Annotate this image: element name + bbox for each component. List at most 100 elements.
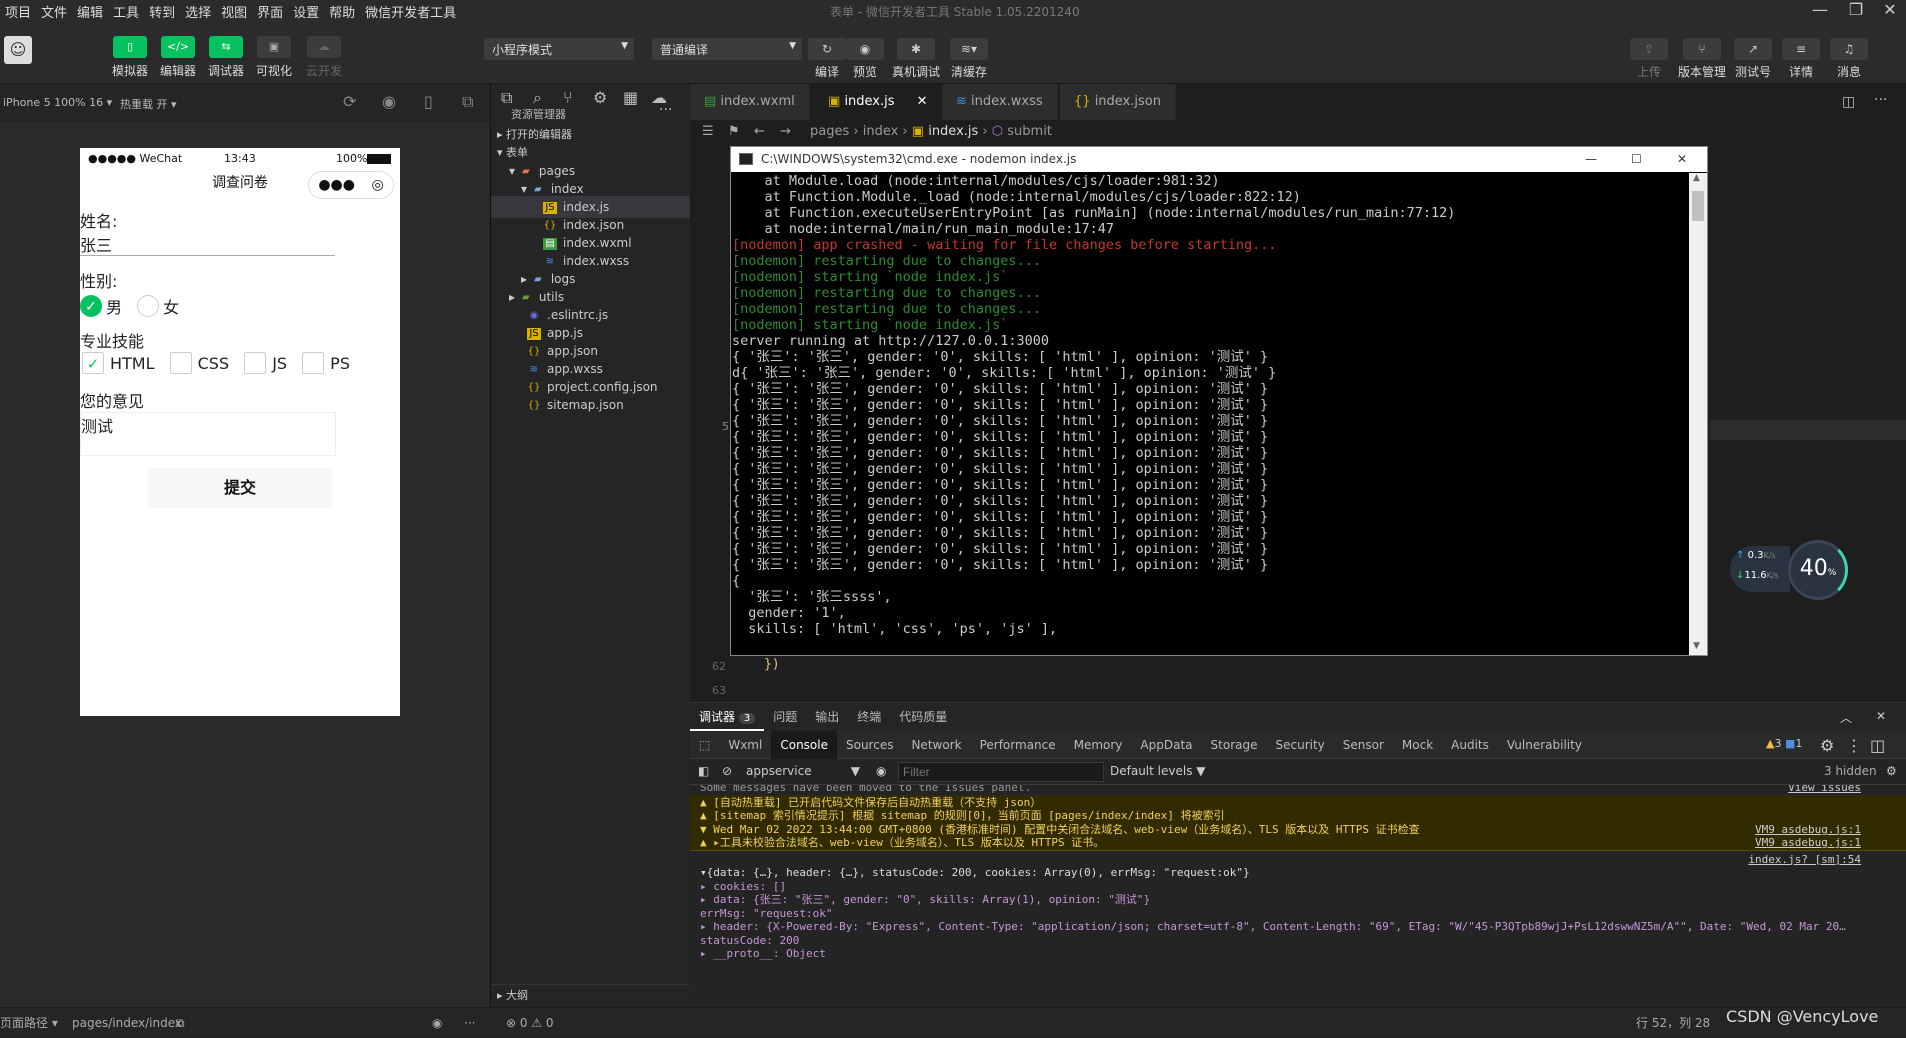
console-line[interactable]: ▸ header: {X-Powered-By: "Express", Cont…: [690, 920, 1906, 934]
tab-security[interactable]: Security: [1266, 731, 1333, 759]
clear-console-icon[interactable]: ⊘: [722, 764, 732, 778]
menu-devtools[interactable]: 微信开发者工具: [360, 0, 461, 23]
more-icon[interactable]: ···: [659, 102, 672, 118]
eye-icon[interactable]: ◉: [432, 1008, 442, 1038]
scroll-down-icon[interactable]: ▼: [1693, 641, 1700, 651]
eye-icon[interactable]: ◉: [876, 764, 886, 778]
code-line[interactable]: }): [764, 657, 780, 672]
cursor-position[interactable]: 行 52，列 28: [1636, 1008, 1710, 1038]
more-icon[interactable]: ⋮: [1846, 736, 1862, 755]
gear-icon[interactable]: ⚙: [1886, 764, 1897, 778]
messages-button[interactable]: ♫ 消息: [1830, 38, 1868, 80]
tab-output[interactable]: 输出: [806, 703, 848, 731]
inspect-icon[interactable]: ⬚: [690, 731, 719, 759]
breadcrumb-symbol[interactable]: submit: [1007, 124, 1052, 139]
page-path-label[interactable]: 页面路径 ▾: [0, 1008, 58, 1038]
name-input[interactable]: 张三: [80, 232, 335, 256]
menu-edit[interactable]: 编辑: [72, 0, 108, 23]
levels-select[interactable]: Default levels ▼: [1110, 764, 1206, 778]
cloud-dev-button[interactable]: ☁ 云开发: [306, 36, 342, 79]
console-line[interactable]: ▸ __proto__: Object: [690, 947, 1906, 961]
menu-settings[interactable]: 设置: [288, 0, 324, 23]
bookmark-icon[interactable]: ⚑: [728, 120, 740, 144]
tab-vulnerability[interactable]: Vulnerability: [1498, 731, 1591, 759]
console-line[interactable]: Some messages have been moved to the Iss…: [690, 785, 1906, 795]
tab-memory[interactable]: Memory: [1065, 731, 1132, 759]
console-line[interactable]: errMsg: "request:ok": [690, 907, 1906, 921]
compile-select[interactable]: 普通编译 ▼: [652, 38, 802, 60]
record-icon[interactable]: ◉: [382, 92, 396, 111]
tab-network[interactable]: Network: [902, 731, 970, 759]
console-source-link[interactable]: VM9 asdebug.js:1: [1755, 835, 1861, 850]
tab-mock[interactable]: Mock: [1393, 731, 1442, 759]
more-icon[interactable]: ●●●: [318, 177, 355, 193]
mode-select[interactable]: 小程序模式 ▼: [484, 38, 634, 60]
more-icon[interactable]: ···: [464, 1008, 475, 1038]
extensions-icon[interactable]: ▦: [623, 88, 638, 107]
console-line[interactable]: ▸ cookies: []: [690, 880, 1906, 894]
menu-interface[interactable]: 界面: [252, 0, 288, 23]
clear-cache-button[interactable]: ≋▾ 清缓存: [950, 38, 988, 80]
scrollbar[interactable]: ▲ ▼: [1689, 173, 1707, 655]
rotate-icon[interactable]: ⟳: [343, 92, 356, 111]
preview-button[interactable]: ◉ 预览: [846, 38, 884, 80]
tab-terminal[interactable]: 终端: [848, 703, 890, 731]
tab-performance[interactable]: Performance: [971, 731, 1065, 759]
tab-appdata[interactable]: AppData: [1131, 731, 1201, 759]
scroll-up-icon[interactable]: ▲: [1693, 173, 1700, 183]
menu-project[interactable]: 项目: [0, 0, 36, 23]
tab-index-json[interactable]: {} index.json: [1060, 84, 1176, 120]
radio-male[interactable]: ✓: [80, 295, 102, 317]
tab-sources[interactable]: Sources: [837, 731, 902, 759]
opinion-textarea[interactable]: 测试: [80, 412, 336, 456]
editor-button[interactable]: </> 编辑器: [160, 36, 196, 79]
minimize-button[interactable]: —: [1800, 0, 1840, 22]
tab-audits[interactable]: Audits: [1442, 731, 1498, 759]
tab-console[interactable]: Console: [771, 731, 837, 759]
maximize-button[interactable]: ☐: [1631, 147, 1642, 172]
console-line[interactable]: ▸ data: {张三: "张三", gender: "0", skills: …: [690, 893, 1906, 907]
breadcrumb-file[interactable]: index.js: [928, 124, 978, 139]
problems-count[interactable]: ⊗ 0 ⚠ 0: [506, 1008, 554, 1038]
gear-icon[interactable]: ⚙: [1820, 736, 1834, 755]
close-icon[interactable]: ✕: [1876, 709, 1886, 723]
list-icon[interactable]: ☰: [702, 120, 714, 144]
console-line[interactable]: ▾{data: {…}, header: {…}, statusCode: 20…: [690, 866, 1906, 880]
submit-button[interactable]: 提交: [148, 468, 332, 508]
scroll-thumb[interactable]: [1692, 191, 1704, 221]
minimize-button[interactable]: —: [1585, 147, 1597, 172]
menu-help[interactable]: 帮助: [324, 0, 360, 23]
console-output[interactable]: Some messages have been moved to the Iss…: [690, 785, 1906, 1008]
dock-icon[interactable]: ◫: [1870, 736, 1885, 755]
tab-debugger[interactable]: 调试器 3: [690, 703, 765, 731]
close-window-button[interactable]: ✕: [1870, 0, 1906, 22]
checkbox-ps[interactable]: [302, 352, 325, 374]
search-icon[interactable]: ⌕: [533, 88, 542, 108]
radio-female[interactable]: [137, 295, 160, 317]
avatar[interactable]: ☺: [4, 36, 32, 64]
menu-goto[interactable]: 转到: [144, 0, 180, 23]
breadcrumb-index[interactable]: index: [863, 124, 899, 139]
context-select[interactable]: appservice ▼: [746, 764, 860, 778]
back-icon[interactable]: ←: [754, 120, 765, 144]
tab-sensor[interactable]: Sensor: [1334, 731, 1393, 759]
tab-storage[interactable]: Storage: [1202, 731, 1267, 759]
popout-icon[interactable]: ⧉: [462, 92, 473, 112]
device-select[interactable]: iPhone 5 100% 16 ▾: [3, 96, 112, 109]
tab-index-js[interactable]: ▣ index.js ✕: [814, 84, 943, 120]
console-line[interactable]: ▲ ▸工具未校验合法域名、web-view（业务域名）、TLS 版本以及 HTT…: [690, 835, 1906, 851]
outline-section[interactable]: ▸ 大纲: [491, 984, 691, 1006]
forward-icon[interactable]: →: [780, 120, 791, 144]
tab-index-wxss[interactable]: ≋ index.wxss: [942, 84, 1058, 120]
tab-index-wxml[interactable]: ▤ index.wxml: [690, 84, 810, 120]
console-source-link[interactable]: index.js? [sm]:54: [1748, 853, 1861, 867]
checkbox-css[interactable]: [169, 352, 192, 374]
filter-input[interactable]: [898, 762, 1104, 782]
details-button[interactable]: ≡ 详情: [1782, 38, 1820, 80]
menu-tools[interactable]: 工具: [108, 0, 144, 23]
menu-view[interactable]: 视图: [216, 0, 252, 23]
real-device-debug-button[interactable]: ✱ 真机调试: [892, 38, 940, 80]
compile-button[interactable]: ↻ 编译: [808, 38, 846, 80]
tab-code-quality[interactable]: 代码质量: [890, 703, 956, 731]
upload-button[interactable]: ⇪ 上传: [1630, 38, 1668, 80]
